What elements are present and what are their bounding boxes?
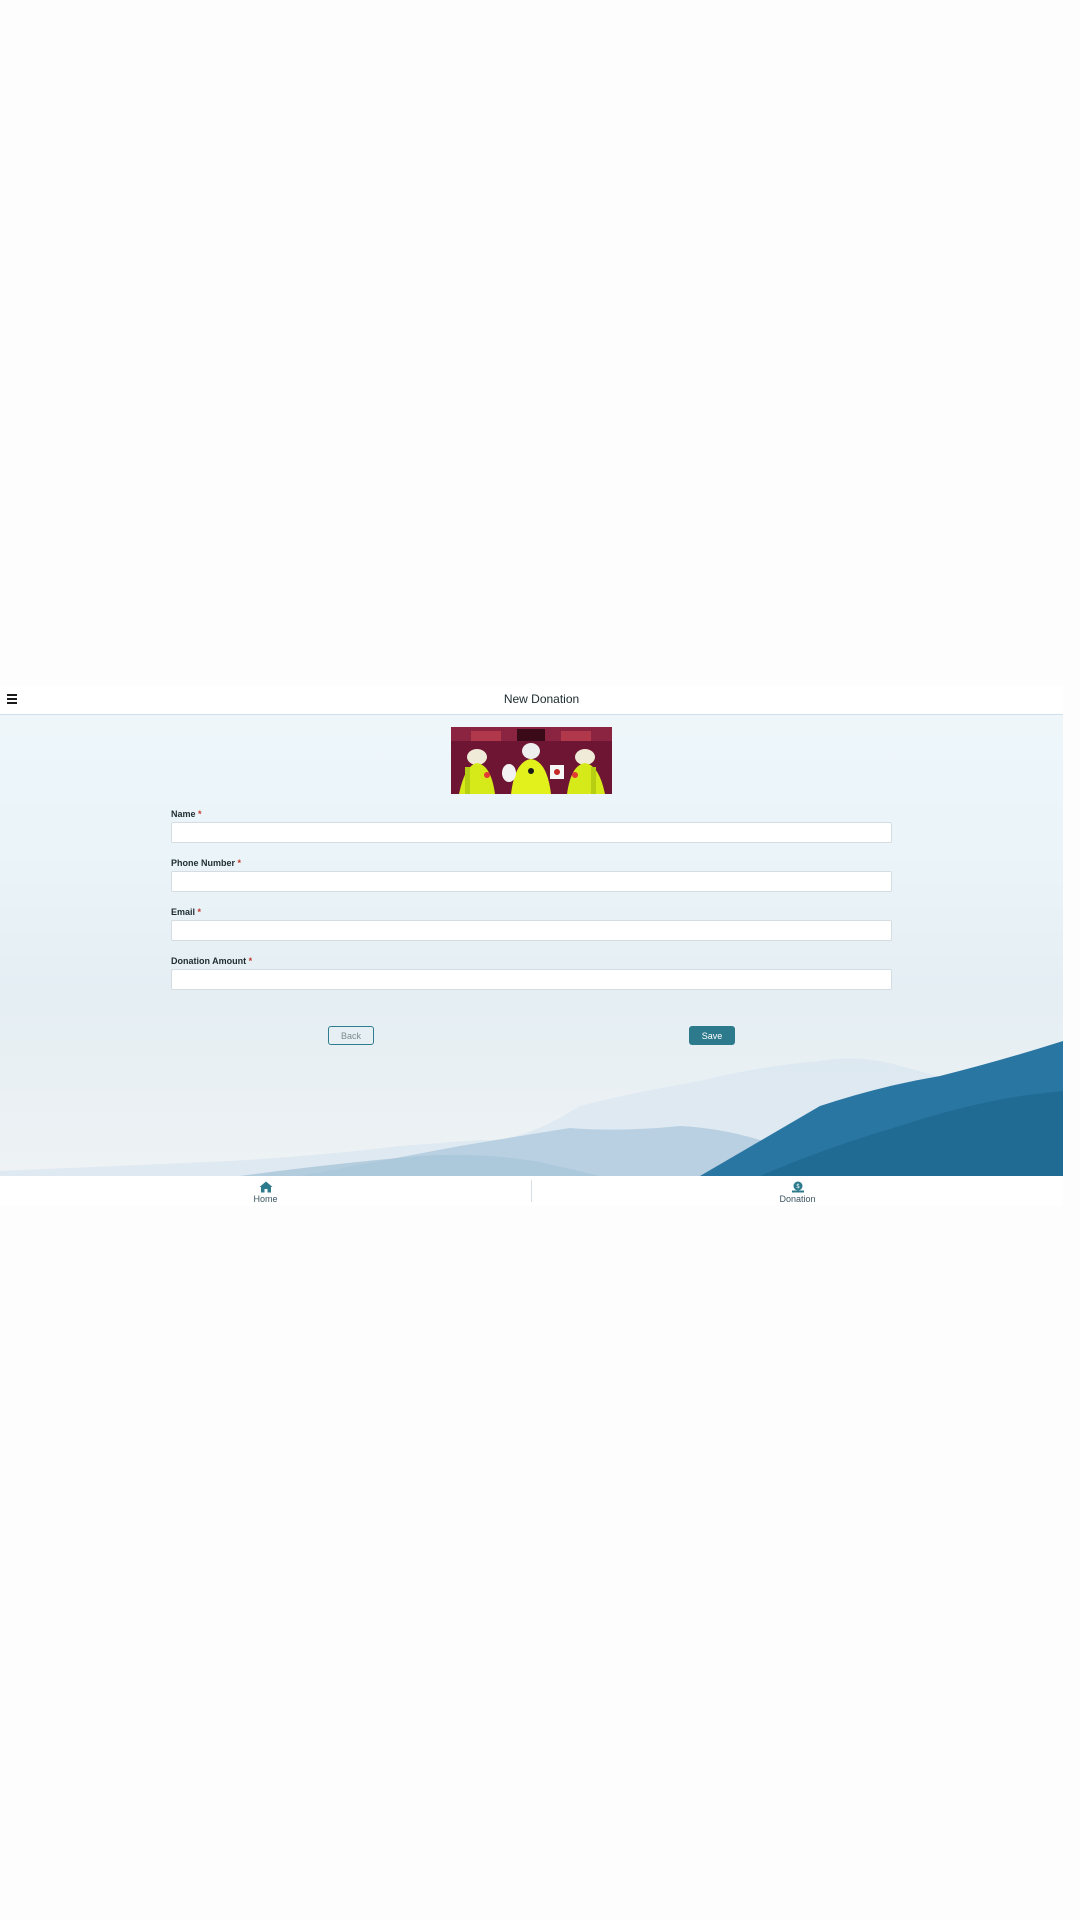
back-button[interactable]: Back — [328, 1026, 374, 1045]
main-content: Name * Phone Number * Email * Donation A… — [0, 715, 1063, 1176]
temple-banner-image — [451, 727, 612, 794]
name-input[interactable] — [171, 822, 892, 843]
nav-label-donation: Donation — [779, 1194, 816, 1204]
save-button[interactable]: Save — [689, 1026, 735, 1045]
nav-item-home[interactable]: Home — [0, 1176, 531, 1206]
required-mark: * — [197, 907, 202, 917]
hamburger-menu-icon[interactable] — [7, 694, 17, 706]
phone-number-input[interactable] — [171, 871, 892, 892]
top-bar: New Donation — [0, 686, 1063, 715]
app-window: New Donation Name * Phone Number * Email… — [0, 686, 1063, 1206]
required-mark: * — [198, 809, 202, 819]
bottom-nav: Home $ Donation — [0, 1176, 1063, 1206]
donation-icon: $ — [791, 1181, 804, 1193]
svg-text:$: $ — [796, 1183, 800, 1190]
email-input[interactable] — [171, 920, 892, 941]
nav-item-donation[interactable]: $ Donation — [532, 1176, 1063, 1206]
required-mark: * — [237, 858, 242, 868]
name-label: Name * — [171, 809, 202, 819]
donation-amount-input[interactable] — [171, 969, 892, 990]
donation-amount-label: Donation Amount * — [171, 956, 253, 966]
mountain-background — [0, 1041, 1063, 1176]
page-title: New Donation — [503, 692, 580, 706]
home-icon — [259, 1181, 272, 1193]
nav-label-home: Home — [253, 1194, 278, 1204]
donation-form: Name * Phone Number * Email * Donation A… — [171, 808, 892, 1004]
phone-number-label: Phone Number * — [171, 858, 242, 868]
email-label: Email * — [171, 907, 202, 917]
required-mark: * — [248, 956, 253, 966]
